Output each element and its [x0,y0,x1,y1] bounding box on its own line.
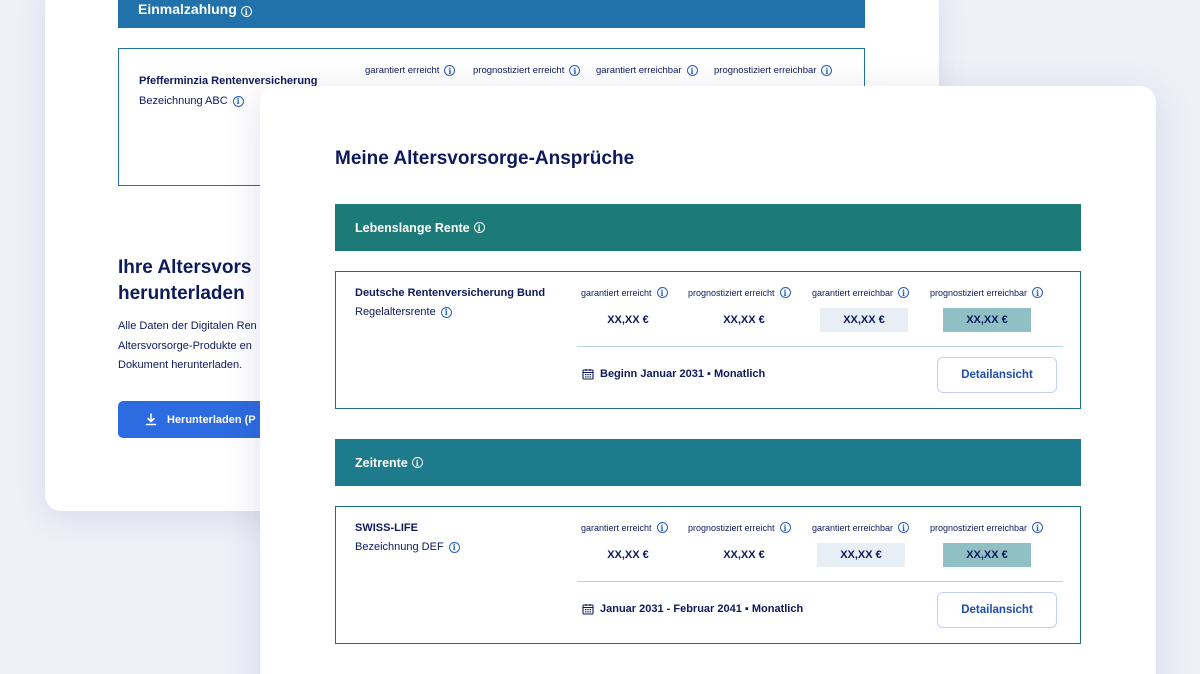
calendar-icon [582,604,594,615]
download-label: Herunterladen (P [167,413,256,426]
column-header: garantiert erreichbar i [812,287,910,298]
column-label: garantiert erreichbar [812,522,894,533]
info-icon[interactable]: i [448,541,460,553]
info-icon[interactable]: i [821,65,833,76]
section-title: Zeitrente [355,455,408,470]
info-icon[interactable]: i [411,457,423,468]
calendar-icon [582,369,594,380]
info-icon[interactable]: i [240,6,252,17]
provider-name: Deutsche Rentenversicherung Bund [355,287,546,299]
info-icon[interactable]: i [779,287,791,298]
detailansicht-button[interactable]: Detailansicht [937,357,1057,393]
page-title: Meine Altersvorsorge-Ansprüche [335,148,635,169]
download-heading: Ihre Altersvors herunterladen [118,255,251,307]
download-icon [145,413,157,426]
column-label: prognostiziert erreichbar [714,65,817,76]
payout-text: Beginn Januar 2031 ▪ Monatlich [600,368,766,380]
info-icon[interactable]: i [232,95,244,107]
column-label: prognostiziert erreicht [688,522,775,533]
info-icon[interactable]: i [656,522,668,533]
heading-line: Ihre Altersvors [118,257,252,278]
column-label: garantiert erreicht [581,522,652,533]
value-prognostiziert-erreichbar: XX,XX € [943,543,1031,567]
info-icon[interactable]: i [898,287,910,298]
column-header: prognostiziert erreichbar i [714,65,833,76]
pension-entry: Deutsche Rentenversicherung Bund Regelal… [335,271,1081,409]
provider-name: SWISS-LIFE [355,522,418,534]
product-label: Regelaltersrente [355,306,436,318]
value-garantiert-erreichbar: XX,XX € [817,543,905,567]
product-name: Regelaltersrente i [355,306,452,318]
column-header: garantiert erreichbar i [812,522,910,533]
banner-title: Einmalzahlung [138,1,237,17]
pension-entry: SWISS-LIFE Bezeichnung DEF i garantiert … [335,506,1081,644]
product-label: Bezeichnung DEF [355,541,444,553]
info-icon[interactable]: i [898,522,910,533]
column-label: prognostiziert erreicht [473,65,565,76]
column-header: prognostiziert erreicht i [688,522,791,533]
divider [577,346,1063,347]
column-header: prognostiziert erreicht i [473,65,581,76]
front-card: Meine Altersvorsorge-Ansprüche Lebenslan… [260,86,1156,674]
info-icon[interactable]: i [440,306,452,318]
column-label: prognostiziert erreichbar [930,522,1028,533]
column-header: prognostiziert erreichbar i [930,287,1044,298]
section-header-lebenslange-rente: Lebenslange Rente i [335,204,1081,251]
info-icon[interactable]: i [656,287,668,298]
product-sub-label: Bezeichnung ABC [139,95,228,107]
column-label: garantiert erreicht [581,287,652,298]
payout-info: Beginn Januar 2031 ▪ Monatlich [582,368,765,380]
value-prognostiziert-erreicht: XX,XX € [723,314,765,326]
payout-text: Januar 2031 - Februar 2041 ▪ Monatlich [600,603,804,615]
info-icon[interactable]: i [473,222,485,233]
column-header: prognostiziert erreichbar i [930,522,1044,533]
column-header: garantiert erreicht i [365,65,456,76]
value-garantiert-erreicht: XX,XX € [607,549,649,561]
payout-info: Januar 2031 - Februar 2041 ▪ Monatlich [582,603,803,615]
column-header: garantiert erreicht i [581,522,668,533]
detailansicht-button[interactable]: Detailansicht [937,592,1057,628]
info-icon[interactable]: i [569,65,581,76]
product-sub: Bezeichnung ABC i [139,95,244,107]
column-header: garantiert erreicht i [581,287,668,298]
value-garantiert-erreicht: XX,XX € [607,314,649,326]
column-header: prognostiziert erreicht i [688,287,791,298]
column-label: prognostiziert erreichbar [930,287,1028,298]
column-label: garantiert erreichbar [812,287,894,298]
section-header-zeitrente: Zeitrente i [335,439,1081,486]
info-icon[interactable]: i [686,65,698,76]
product-name: Bezeichnung DEF i [355,541,460,553]
column-label: prognostiziert erreicht [688,287,775,298]
column-header: garantiert erreichbar i [596,65,698,76]
section-title: Lebenslange Rente [355,220,470,235]
value-prognostiziert-erreichbar: XX,XX € [943,308,1031,332]
column-label: garantiert erreichbar [596,65,682,76]
divider [577,581,1063,582]
info-icon[interactable]: i [1032,287,1044,298]
einmalzahlung-banner: Einmalzahlung i [118,0,865,28]
info-icon[interactable]: i [444,65,456,76]
column-label: garantiert erreicht [365,65,440,76]
value-garantiert-erreichbar: XX,XX € [820,308,908,332]
info-icon[interactable]: i [779,522,791,533]
heading-line: herunterladen [118,283,245,304]
value-prognostiziert-erreicht: XX,XX € [723,549,765,561]
info-icon[interactable]: i [1032,522,1044,533]
